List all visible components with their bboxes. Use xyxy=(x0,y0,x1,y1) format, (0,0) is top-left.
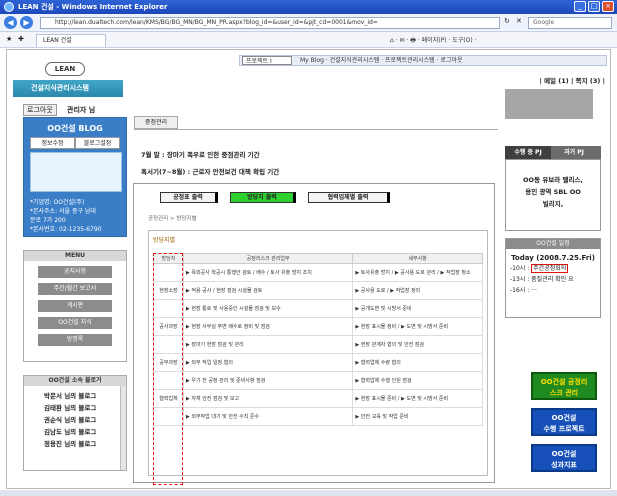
forward-icon[interactable]: ▶ xyxy=(20,16,33,29)
table-row: 공무과장 ▶ 외부 작업 일정 협의 ▶ 협력업체 수량 협의 xyxy=(153,353,483,372)
print-by-contractor-button[interactable]: 협력업체별 출력 xyxy=(308,192,390,203)
right-banner xyxy=(505,89,593,119)
blogger-link[interactable]: 권순식 님의 블로그 xyxy=(44,414,126,426)
column-header: 세부사항 xyxy=(352,253,483,264)
blog-title: OO건설 BLOG xyxy=(47,124,103,133)
address-input[interactable]: http://lean.dualtech.com/lean/KMS/BG/BG_… xyxy=(40,17,500,29)
mail-links[interactable]: | 메일 (1) | 쪽지 (3) | xyxy=(505,75,605,87)
blogger-list-header: OO건설 소속 블로거 xyxy=(24,376,126,386)
projects-button[interactable]: OO건설 수행 프로젝트 xyxy=(531,408,597,436)
command-bar: ★ ✚ LEAN 건설 ⌂ · ✉ · 🖶 · 페이지(P) · 도구(O) · xyxy=(0,32,617,48)
blog-edit-tab[interactable]: 정보수정 xyxy=(30,137,75,149)
project-tabs: 수행 중 PJ 과거 PJ xyxy=(505,146,601,159)
browser-tools[interactable]: ⌂ · ✉ · 🖶 · 페이지(P) · 도구(O) · xyxy=(390,35,477,46)
task-table: 방당지 공정리스크 관리업무 세부사항 ▶ 옥외공사 착공시 통행안 검토 / … xyxy=(153,253,483,426)
window-title: LEAN 건설 - Windows Internet Explorer xyxy=(18,3,168,11)
blogger-link[interactable]: 박문서 님의 블로그 xyxy=(44,390,126,402)
top-menu-links[interactable]: My Blog · 건설지식관리시스템 · 프로젝트관리시스템 · 로그아웃 xyxy=(300,57,463,64)
user-name: 관리자 님 xyxy=(67,106,96,114)
menu-item-guestbook[interactable]: 방명록 xyxy=(38,334,112,346)
browser-tab[interactable]: LEAN 건설 xyxy=(36,34,106,47)
search-input[interactable]: Google xyxy=(528,17,612,29)
status-bar xyxy=(0,490,617,496)
risk-management-button[interactable]: OO건설 공정리 스크 관리 xyxy=(531,372,597,400)
close-button[interactable]: × xyxy=(602,1,614,12)
refresh-icon[interactable]: ↻ xyxy=(504,17,510,25)
web-page: LEAN 건설지식관리시스템 프로젝트 I My Blog · 건설지식관리시스… xyxy=(6,49,611,489)
table-row: ▶ 옥외공사 착공시 통행안 검토 / 배수 / 토사 유출 방지 조치 ▶ 토사… xyxy=(153,263,483,282)
minimize-button[interactable]: _ xyxy=(574,1,586,12)
highlighted-event[interactable]: 주간공정회의 xyxy=(531,264,569,273)
menu-item-reports[interactable]: 주간/월간 보고서 xyxy=(38,283,112,295)
menu-item-knowledge[interactable]: OO건설 지식 xyxy=(38,317,112,329)
today-date: Today (2008.7.25.Fri) xyxy=(511,254,595,262)
blog-image-area xyxy=(30,152,122,192)
site-banner[interactable]: 건설지식관리시스템 xyxy=(13,80,123,97)
table-row: ▶ 장마기 현장 점검 및 관리 ▶ 현장 관계자 협의 및 안전 점검 xyxy=(153,335,483,354)
logout-button[interactable]: 로그아웃 xyxy=(23,104,57,116)
side-menu: MENU 공지사항 주간/월간 보고서 게시판 OO건설 지식 방명록 xyxy=(23,250,127,362)
maximize-button[interactable]: □ xyxy=(588,1,600,12)
table-row: 공사과장 ▶ 현장 사무실 주변 배수로 정비 및 점검 ▶ 현장 표시물 정비 /… xyxy=(153,317,483,336)
project-select[interactable]: 프로젝트 I xyxy=(242,56,292,65)
tab-focus-management[interactable]: 중점관리 xyxy=(134,116,178,129)
company-info: *기업명: OO건설(주) *본사주소: 서울 중구 남대 문로 7가 200 … xyxy=(30,199,102,233)
site-logo[interactable]: LEAN xyxy=(45,62,85,76)
print-by-role-button[interactable]: 방당지 출력 xyxy=(230,192,296,203)
project-list: OO동 유보라 팰리스, 용인 광역 SBL OO 빌리지, xyxy=(505,159,601,231)
tab-past-projects[interactable]: 과거 PJ xyxy=(551,146,597,159)
schedule-event[interactable]: -16시 : ··· xyxy=(506,287,600,295)
table-row: 현장소장 ▶ 적용 공사 / 현장 점검 시설물 검토 ▶ 공사용 도로 / ▶ 작… xyxy=(153,281,483,300)
table-row: ▶ 현장 통로 및 사용중인 시설물 점검 및 보수 ▶ 공개도면 및 시방서 준… xyxy=(153,299,483,318)
ie-icon xyxy=(4,2,14,12)
kpi-button[interactable]: OO건설 성과지표 xyxy=(531,444,597,472)
scrollbar[interactable] xyxy=(120,386,126,470)
table-row: 협력업체 ▶ 자체 안전 점검 및 보고 ▶ 현장 표시물 준비 / ▶ 도면 및 … xyxy=(153,389,483,408)
tab-current-projects[interactable]: 수행 중 PJ xyxy=(505,146,551,159)
favorites-star-icon[interactable]: ★ xyxy=(6,35,12,43)
schedule-event[interactable]: -10시 : 주간공정회의 xyxy=(506,264,600,273)
divider xyxy=(134,129,498,130)
add-favorites-icon[interactable]: ✚ xyxy=(18,35,24,43)
schedule-event[interactable]: -13시 : 품질관리 확인 요 xyxy=(506,276,600,284)
stop-icon[interactable]: ✕ xyxy=(516,17,522,25)
blogger-list: OO건설 소속 블로거 박문서 님의 블로그 김태환 님의 블로그 권순식 님의… xyxy=(23,375,127,471)
notice-text: 7월 말 : 장마기 폭우로 인한 중점관리 기간 혹서기(7~8월) : 근로… xyxy=(141,151,280,176)
blog-profile-box: OO건설 BLOG 정보수정 블로그설정 *기업명: OO건설(주) *본사주소:… xyxy=(23,117,127,237)
blogger-link[interactable]: 정용진 님의 블로그 xyxy=(44,438,126,450)
print-schedule-button[interactable]: 공정표 출력 xyxy=(160,192,218,203)
menu-item-board[interactable]: 게시판 xyxy=(38,300,112,312)
schedule-header: OO건설 일정 xyxy=(506,239,600,249)
highlight-dashed-box xyxy=(153,253,183,485)
breadcrumb: 공정관리 > 방당지별 xyxy=(148,216,197,222)
section-subtitle: 방당지별 xyxy=(153,237,176,244)
back-icon[interactable]: ◀ xyxy=(4,16,17,29)
risk-panel: 공정표 출력 방당지 출력 협력업체별 출력 공정관리 > 방당지별 방당지별 … xyxy=(133,183,495,483)
login-row: 로그아웃 관리자 님 xyxy=(23,104,95,116)
blog-settings-tab[interactable]: 블로그설정 xyxy=(75,137,120,149)
schedule-box: OO건설 일정 Today (2008.7.25.Fri) -10시 : 주간공… xyxy=(505,238,601,318)
table-row: ▶ 우기 전 공정 관리 및 준비사항 점검 ▶ 협력업체 수행 인원 점검 xyxy=(153,371,483,390)
table-row: ▶ 외부작업 대기 및 안전 수칙 준수 ▶ 안전 교육 및 작업 준비 xyxy=(153,407,483,426)
role-table-box: 방당지별 방당지 공정리스크 관리업무 세부사항 ▶ 옥외공사 착공시 통행안 … xyxy=(148,230,488,476)
window-titlebar: LEAN 건설 - Windows Internet Explorer _ □ … xyxy=(0,0,617,14)
address-toolbar: ◀ ▶ http://lean.dualtech.com/lean/KMS/BG… xyxy=(0,14,617,32)
column-header: 공정리스크 관리업무 xyxy=(182,253,354,264)
blogger-link[interactable]: 김태환 님의 블로그 xyxy=(44,402,126,414)
top-menu: 프로젝트 I My Blog · 건설지식관리시스템 · 프로젝트관리시스템 ·… xyxy=(239,55,607,66)
menu-header: MENU xyxy=(24,251,126,261)
menu-item-notice[interactable]: 공지사항 xyxy=(38,266,112,278)
blogger-link[interactable]: 김남도 님의 블로그 xyxy=(44,426,126,438)
